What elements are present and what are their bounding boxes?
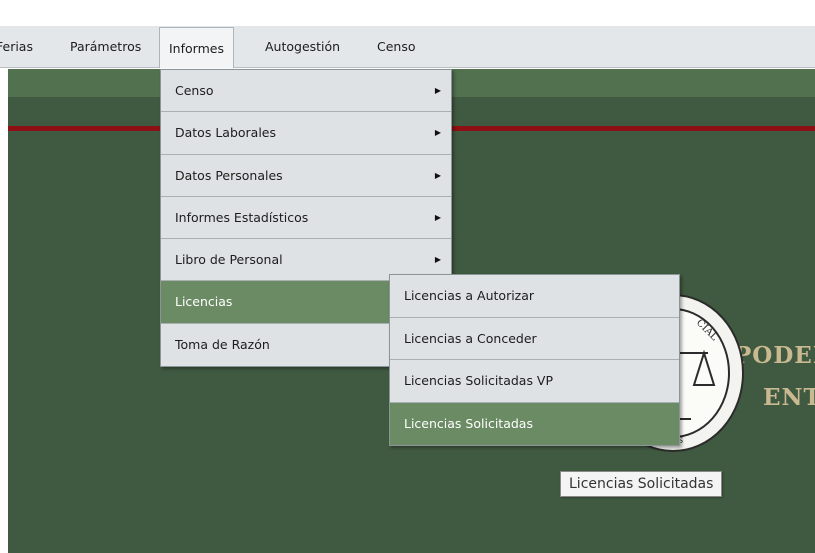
menu-autogestion[interactable]: Autogestión <box>265 36 340 58</box>
menu-item-datos-personales[interactable]: Datos Personales ▶ <box>161 155 451 197</box>
menu-bar: Ferias Parámetros Informes Autogestión C… <box>0 26 815 68</box>
menu-item-label: Libro de Personal <box>175 252 283 268</box>
menu-item-label: Datos Laborales <box>175 125 277 141</box>
organization-subtitle: ENT <box>763 384 815 411</box>
menu-item-label: Informes Estadísticos <box>175 209 309 225</box>
menu-ferias[interactable]: Ferias <box>0 36 33 58</box>
submenu-item-licencias-a-conceder[interactable]: Licencias a Conceder <box>390 318 679 360</box>
submenu-arrow-icon: ▶ <box>434 170 441 180</box>
submenu-item-licencias-solicitadas-vp[interactable]: Licencias Solicitadas VP <box>390 360 679 403</box>
submenu-item-licencias-a-autorizar[interactable]: Licencias a Autorizar <box>390 275 679 318</box>
menu-item-label: Toma de Razón <box>175 336 270 352</box>
licencias-submenu: Licencias a Autorizar Licencias a Conced… <box>389 274 680 446</box>
submenu-arrow-icon: ▶ <box>434 212 441 222</box>
menu-item-label: Datos Personales <box>175 167 283 183</box>
menu-censo[interactable]: Censo <box>377 36 416 58</box>
menu-item-informes-estadisticos[interactable]: Informes Estadísticos ▶ <box>161 197 451 240</box>
menu-item-label: Licencias <box>175 294 233 310</box>
menu-informes[interactable]: Informes <box>159 27 234 68</box>
menu-item-datos-laborales[interactable]: Datos Laborales ▶ <box>161 112 451 155</box>
menu-item-censo[interactable]: Censo ▶ <box>161 70 451 113</box>
submenu-arrow-icon: ▶ <box>434 86 441 95</box>
organization-title: PODER <box>734 342 815 369</box>
top-strip <box>0 0 815 26</box>
menu-parametros[interactable]: Parámetros <box>70 36 141 58</box>
tooltip: Licencias Solicitadas <box>560 471 723 497</box>
menu-item-label: Censo <box>175 83 214 98</box>
submenu-item-licencias-solicitadas[interactable]: Licencias Solicitadas <box>390 402 679 445</box>
submenu-arrow-icon: ▶ <box>434 128 441 138</box>
